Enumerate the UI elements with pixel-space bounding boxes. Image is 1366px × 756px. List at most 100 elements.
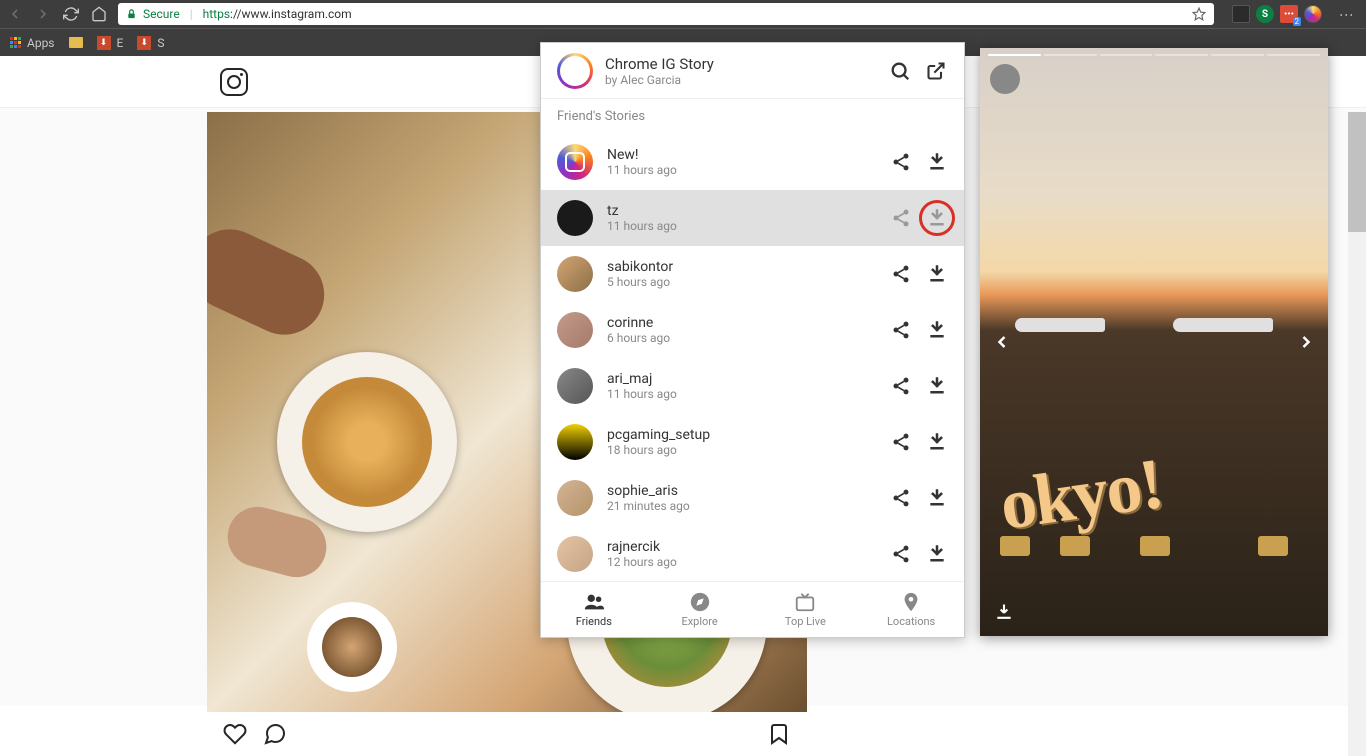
story-item[interactable]: rajnercik12 hours ago — [541, 526, 964, 581]
download-icon[interactable] — [926, 207, 948, 229]
bookmark-icon: ⬇ — [137, 36, 151, 50]
story-username: sophie_aris — [607, 483, 876, 499]
apps-button[interactable]: Apps — [10, 36, 55, 50]
story-timestamp: 21 minutes ago — [607, 499, 876, 513]
story-timestamp: 11 hours ago — [607, 163, 876, 177]
forward-button[interactable] — [34, 5, 52, 23]
story-list[interactable]: New!11 hours agotz11 hours agosabikontor… — [541, 134, 964, 581]
story-username: corinne — [607, 315, 876, 331]
popup-bottom-nav: FriendsExplore Top Live Locations — [541, 581, 964, 637]
back-button[interactable] — [6, 5, 24, 23]
browser-toolbar: Secure | https://www.instagram.com S •••… — [0, 0, 1366, 28]
story-item[interactable]: pcgaming_setup18 hours ago — [541, 414, 964, 470]
comment-button[interactable] — [263, 722, 287, 746]
chrome-ig-story-extension-icon[interactable] — [1304, 5, 1322, 23]
story-avatar — [557, 480, 593, 516]
story-avatar — [557, 536, 593, 572]
story-item[interactable]: corinne6 hours ago — [541, 302, 964, 358]
extension-icon-1[interactable] — [1232, 5, 1250, 23]
popup-subtitle: by Alec Garcia — [605, 73, 876, 87]
story-info: sabikontor5 hours ago — [607, 259, 876, 289]
page-scrollbar[interactable] — [1348, 112, 1366, 756]
bookmark-star-icon[interactable] — [1192, 7, 1206, 21]
share-icon[interactable] — [890, 151, 912, 173]
nav-tab-locations[interactable]: Locations — [858, 582, 964, 637]
story-avatar — [557, 424, 593, 460]
url-text: https://www.instagram.com — [203, 7, 352, 21]
download-icon[interactable] — [926, 375, 948, 397]
download-icon[interactable] — [926, 431, 948, 453]
search-button[interactable] — [888, 59, 912, 83]
story-avatar — [557, 144, 593, 180]
save-button[interactable] — [767, 722, 791, 746]
nav-tab-icon — [689, 591, 711, 613]
download-icon[interactable] — [926, 487, 948, 509]
bookmark-e[interactable]: ⬇E — [97, 36, 124, 50]
section-header: Friend's Stories — [541, 99, 964, 134]
story-timestamp: 18 hours ago — [607, 443, 876, 457]
chrome-menu-button[interactable]: ⋮ — [1332, 8, 1360, 20]
extension-icon-3[interactable]: •••2 — [1280, 5, 1298, 23]
nav-tab-top-live[interactable]: Top Live — [753, 582, 859, 637]
share-icon[interactable] — [890, 263, 912, 285]
story-download-button[interactable] — [994, 602, 1014, 622]
story-item[interactable]: sabikontor5 hours ago — [541, 246, 964, 302]
story-info: corinne6 hours ago — [607, 315, 876, 345]
download-icon[interactable] — [926, 263, 948, 285]
popup-header: Chrome IG Story by Alec Garcia — [541, 43, 964, 99]
download-icon[interactable] — [926, 319, 948, 341]
lock-icon — [126, 8, 137, 20]
story-prev-button[interactable] — [992, 326, 1012, 358]
story-avatar — [557, 312, 593, 348]
story-author-avatar[interactable] — [990, 64, 1020, 94]
open-external-button[interactable] — [924, 59, 948, 83]
instagram-logo-icon[interactable] — [220, 68, 248, 96]
story-image[interactable] — [980, 48, 1328, 636]
share-icon[interactable] — [890, 375, 912, 397]
post-actions — [207, 712, 807, 756]
bookmark-s[interactable]: ⬇S — [137, 36, 164, 50]
story-progress — [988, 54, 1320, 56]
story-item[interactable]: sophie_aris21 minutes ago — [541, 470, 964, 526]
popup-title: Chrome IG Story — [605, 55, 876, 73]
like-button[interactable] — [223, 722, 247, 746]
share-icon[interactable] — [890, 487, 912, 509]
story-info: ari_maj11 hours ago — [607, 371, 876, 401]
story-item[interactable]: ari_maj11 hours ago — [541, 358, 964, 414]
story-viewer: okyo! — [980, 48, 1328, 636]
bookmark-icon: ⬇ — [97, 36, 111, 50]
share-icon[interactable] — [890, 543, 912, 565]
folder-icon — [69, 37, 83, 48]
popup-logo-icon — [557, 53, 593, 89]
story-info: sophie_aris21 minutes ago — [607, 483, 876, 513]
story-username: ari_maj — [607, 371, 876, 387]
story-avatar — [557, 368, 593, 404]
nav-tab-friends[interactable]: Friends — [541, 582, 647, 637]
story-next-button[interactable] — [1296, 326, 1316, 358]
share-icon[interactable] — [890, 319, 912, 341]
nav-tab-icon — [900, 591, 922, 613]
story-info: New!11 hours ago — [607, 147, 876, 177]
extension-icon-2[interactable]: S — [1256, 5, 1274, 23]
download-icon[interactable] — [926, 151, 948, 173]
apps-icon — [10, 37, 21, 48]
share-icon[interactable] — [890, 431, 912, 453]
story-timestamp: 11 hours ago — [607, 219, 876, 233]
story-username: pcgaming_setup — [607, 427, 876, 443]
reload-button[interactable] — [62, 5, 80, 23]
story-username: tz — [607, 203, 876, 219]
share-icon[interactable] — [890, 207, 912, 229]
secure-label: Secure — [143, 7, 180, 21]
story-item[interactable]: New!11 hours ago — [541, 134, 964, 190]
bookmark-folder[interactable] — [69, 37, 83, 48]
story-item[interactable]: tz11 hours ago — [541, 190, 964, 246]
story-timestamp: 5 hours ago — [607, 275, 876, 289]
story-info: tz11 hours ago — [607, 203, 876, 233]
nav-tab-icon — [583, 591, 605, 613]
home-button[interactable] — [90, 5, 108, 23]
nav-tab-label: Top Live — [785, 615, 826, 628]
address-bar[interactable]: Secure | https://www.instagram.com — [118, 3, 1214, 25]
story-avatar — [557, 200, 593, 236]
nav-tab-explore[interactable]: Explore — [647, 582, 753, 637]
download-icon[interactable] — [926, 543, 948, 565]
